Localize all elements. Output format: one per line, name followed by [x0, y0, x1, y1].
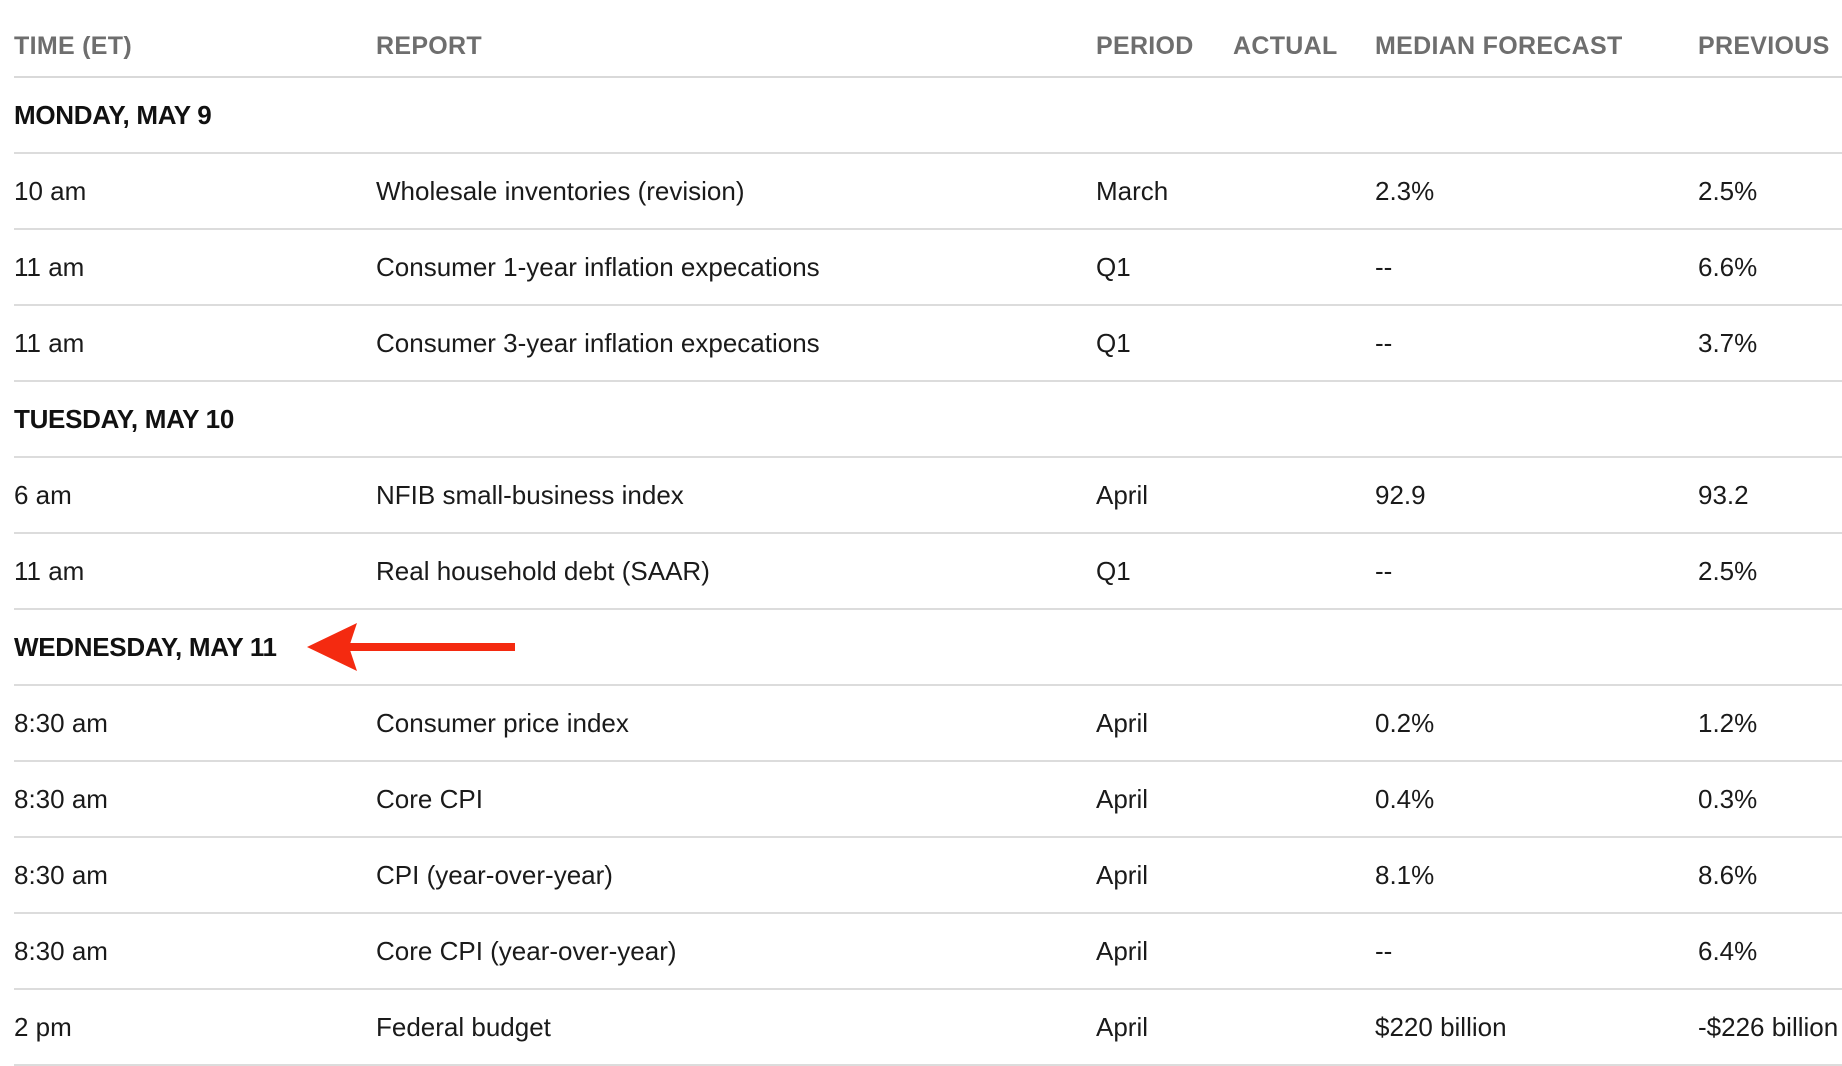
actual-cell: [1233, 761, 1375, 838]
time-cell: 8:30 am: [14, 913, 376, 990]
median-forecast-cell: --: [1375, 913, 1698, 990]
report-cell: Real household debt (SAAR): [376, 533, 1096, 610]
day-heading: TUESDAY, MAY 10: [14, 403, 234, 434]
previous-cell: 2.5%: [1698, 533, 1842, 610]
previous-cell: 2.5%: [1698, 153, 1842, 230]
arrow-shaft: [342, 643, 515, 651]
median-forecast-cell: 92.9: [1375, 457, 1698, 534]
report-cell: Core CPI (year-over-year): [376, 913, 1096, 990]
report-cell: Core CPI: [376, 761, 1096, 838]
report-cell: Consumer 3-year inflation expecations: [376, 305, 1096, 382]
column-header-actual: ACTUAL: [1233, 0, 1375, 78]
report-cell: Wholesale inventories (revision): [376, 153, 1096, 230]
period-cell: April: [1096, 837, 1233, 914]
report-cell: Consumer price index: [376, 685, 1096, 762]
time-cell: 2 pm: [14, 989, 376, 1066]
time-cell: 11 am: [14, 533, 376, 610]
actual-cell: [1233, 685, 1375, 762]
table-row: 11 am Consumer 3-year inflation expecatio…: [14, 305, 1842, 382]
previous-cell: 6.4%: [1698, 913, 1842, 990]
median-forecast-cell: $220 billion: [1375, 989, 1698, 1066]
table-row: 2 pm Federal budget April $220 billion -$226…: [14, 989, 1842, 1066]
day-heading: MONDAY, MAY 9: [14, 99, 212, 130]
actual-cell: [1233, 533, 1375, 610]
column-header-period: PERIOD: [1096, 0, 1233, 78]
table-row: 8:30 am CPI (year-over-year) April 8.1% 8.6%: [14, 837, 1842, 914]
period-cell: April: [1096, 913, 1233, 990]
previous-cell: 0.3%: [1698, 761, 1842, 838]
red-arrow-left-icon: [306, 623, 515, 671]
column-header-previous: PREVIOUS: [1698, 0, 1842, 78]
day-heading-wrap: MONDAY, MAY 9: [14, 99, 212, 131]
table-row: 8:30 am Consumer price index April 0.2% 1.2%: [14, 685, 1842, 762]
header-row: TIME (ET) REPORT PERIOD ACTUAL MEDIAN FO…: [14, 0, 1842, 78]
actual-cell: [1233, 229, 1375, 306]
median-forecast-cell: --: [1375, 229, 1698, 306]
day-heading-wrap: WEDNESDAY, MAY 11: [14, 621, 515, 673]
report-cell: Federal budget: [376, 989, 1096, 1066]
actual-cell: [1233, 305, 1375, 382]
previous-cell: 8.6%: [1698, 837, 1842, 914]
median-forecast-cell: 2.3%: [1375, 153, 1698, 230]
table-row: 8:30 am Core CPI April 0.4% 0.3%: [14, 761, 1842, 838]
table-row: 6 am NFIB small-business index April 92.9 93…: [14, 457, 1842, 534]
table-row: 8:30 am Core CPI (year-over-year) April -- 6…: [14, 913, 1842, 990]
report-cell: CPI (year-over-year): [376, 837, 1096, 914]
actual-cell: [1233, 989, 1375, 1066]
day-heading-wrap: TUESDAY, MAY 10: [14, 404, 234, 435]
median-forecast-cell: 0.2%: [1375, 685, 1698, 762]
time-cell: 11 am: [14, 305, 376, 382]
previous-cell: 3.7%: [1698, 305, 1842, 382]
time-cell: 6 am: [14, 457, 376, 534]
table-row: 11 am Consumer 1-year inflation expecatio…: [14, 229, 1842, 306]
table-body: MONDAY, MAY 9 10 am Wholesale inventories …: [14, 77, 1842, 1066]
period-cell: Q1: [1096, 305, 1233, 382]
period-cell: March: [1096, 153, 1233, 230]
period-cell: Q1: [1096, 533, 1233, 610]
time-cell: 11 am: [14, 229, 376, 306]
period-cell: April: [1096, 685, 1233, 762]
actual-cell: [1233, 153, 1375, 230]
actual-cell: [1233, 913, 1375, 990]
period-cell: April: [1096, 457, 1233, 534]
time-cell: 8:30 am: [14, 837, 376, 914]
table-row: 10 am Wholesale inventories (revision) Mar…: [14, 153, 1842, 230]
day-group-row: WEDNESDAY, MAY 11: [14, 609, 1842, 686]
table-row: 11 am Real household debt (SAAR) Q1 -- 2.5%: [14, 533, 1842, 610]
time-cell: 8:30 am: [14, 685, 376, 762]
previous-cell: 1.2%: [1698, 685, 1842, 762]
median-forecast-cell: 8.1%: [1375, 837, 1698, 914]
column-header-report: REPORT: [376, 0, 1096, 78]
day-heading: WEDNESDAY, MAY 11: [14, 631, 277, 662]
median-forecast-cell: --: [1375, 533, 1698, 610]
actual-cell: [1233, 457, 1375, 534]
day-heading-cell: TUESDAY, MAY 10: [14, 381, 1842, 458]
period-cell: Q1: [1096, 229, 1233, 306]
report-cell: Consumer 1-year inflation expecations: [376, 229, 1096, 306]
column-header-median-forecast: MEDIAN FORECAST: [1375, 0, 1698, 78]
day-group-row: MONDAY, MAY 9: [14, 77, 1842, 154]
period-cell: April: [1096, 761, 1233, 838]
economic-calendar-table: TIME (ET) REPORT PERIOD ACTUAL MEDIAN FO…: [14, 0, 1842, 1066]
table-header: TIME (ET) REPORT PERIOD ACTUAL MEDIAN FO…: [14, 0, 1842, 78]
previous-cell: 6.6%: [1698, 229, 1842, 306]
day-heading-cell: WEDNESDAY, MAY 11: [14, 609, 1842, 686]
previous-cell: -$226 billion: [1698, 989, 1842, 1066]
previous-cell: 93.2: [1698, 457, 1842, 534]
time-cell: 10 am: [14, 153, 376, 230]
median-forecast-cell: --: [1375, 305, 1698, 382]
time-cell: 8:30 am: [14, 761, 376, 838]
report-cell: NFIB small-business index: [376, 457, 1096, 534]
actual-cell: [1233, 837, 1375, 914]
day-group-row: TUESDAY, MAY 10: [14, 381, 1842, 458]
day-heading-cell: MONDAY, MAY 9: [14, 77, 1842, 154]
column-header-time: TIME (ET): [14, 0, 376, 78]
period-cell: April: [1096, 989, 1233, 1066]
median-forecast-cell: 0.4%: [1375, 761, 1698, 838]
